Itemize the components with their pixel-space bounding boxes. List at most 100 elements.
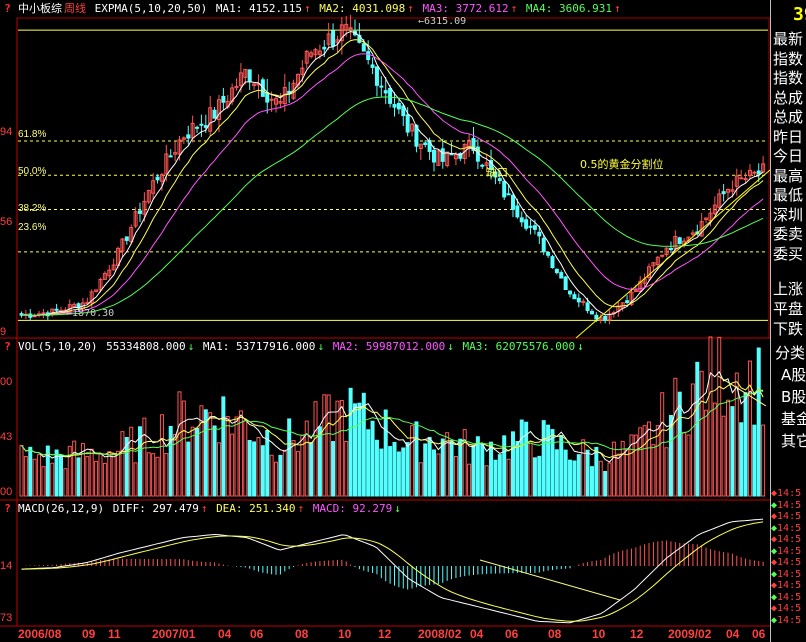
dea-value: DEA: 251.340: [216, 502, 296, 515]
x-label: 04: [470, 627, 484, 641]
volume-bar: [471, 444, 476, 497]
vol-lock-icon[interactable]: ?: [2, 340, 13, 353]
x-label: 04: [218, 627, 232, 641]
volume-bar: [695, 361, 700, 497]
volume-bar: [309, 442, 314, 497]
ma2-value: MA2: 4031.098: [319, 2, 406, 15]
candle-body: [524, 219, 529, 229]
candle-body: [572, 294, 577, 300]
tick-time: ◆14:5: [771, 615, 801, 626]
candle-body: [374, 66, 379, 86]
sector-tab[interactable]: 分类: [775, 342, 805, 363]
quote-field-label: 深圳: [773, 205, 804, 224]
volume-bar: [515, 441, 520, 497]
volume-bar: [252, 441, 257, 497]
macd-y-label-2: 73: [0, 612, 13, 624]
candle-body: [677, 237, 682, 245]
volume-bar: [401, 447, 406, 497]
x-label: 2008/02: [418, 627, 462, 641]
volume-bar: [537, 455, 542, 497]
candle-body: [563, 276, 568, 290]
vol-ma2: MA2: 59987012.000: [332, 340, 446, 353]
vol-ma3: MA3: 62075576.000: [462, 340, 576, 353]
volume-bar: [739, 422, 744, 497]
x-label: 12: [630, 627, 644, 641]
candle-body: [383, 90, 388, 94]
volume-bar: [589, 466, 594, 497]
quote-field-label: 委买: [773, 244, 804, 263]
candle-body: [137, 210, 142, 214]
market-breadth-label: 上涨: [773, 280, 804, 298]
volume-bar: [383, 409, 388, 497]
candle-body: [480, 164, 485, 167]
sector-tab[interactable]: B股: [781, 386, 806, 407]
volume-bar: [730, 406, 735, 497]
candle-body: [124, 236, 129, 241]
ma3-value: MA3: 3772.612: [422, 2, 509, 15]
candle-body: [199, 123, 204, 126]
volume-bar: [502, 435, 507, 497]
vol-indicator: VOL(5,10,20): [18, 340, 98, 353]
tick-time: ◆14:5: [771, 569, 801, 580]
volume-bar: [427, 436, 432, 497]
candle-body: [168, 155, 173, 158]
golden-ratio-label: 0.5的黄金分割位: [580, 158, 664, 171]
expma-label: EXPMA(5,10,20,50): [94, 2, 208, 15]
sector-tab[interactable]: A股: [781, 364, 806, 385]
volume-bar: [475, 436, 480, 497]
volume-bar: [195, 427, 200, 497]
volume-bar: [480, 443, 485, 497]
x-label: 06: [752, 627, 766, 641]
volume-bar: [392, 441, 397, 497]
vol-y-label-3: 00: [0, 486, 13, 498]
volume-bar: [568, 459, 573, 497]
y-label-94: 94: [0, 126, 13, 138]
period-label[interactable]: 周线: [64, 2, 86, 15]
x-label: 10: [592, 627, 606, 641]
candle-body: [519, 217, 524, 223]
stock-chart[interactable]: [0, 0, 806, 642]
candle-body: [743, 178, 748, 181]
panel-title: 中小板综: [18, 2, 62, 15]
candle-body: [203, 125, 208, 128]
candle-body: [370, 64, 375, 68]
candle-body: [331, 30, 336, 47]
tick-time-text: 14:5: [777, 534, 802, 545]
candle-body: [361, 43, 366, 52]
candle-body: [625, 300, 630, 304]
volume-bar: [594, 446, 599, 497]
tick-time-text: 14:5: [777, 488, 802, 499]
macd-lock-icon[interactable]: ?: [2, 502, 13, 515]
volume-bar: [493, 459, 498, 497]
lock-icon[interactable]: ?: [2, 2, 13, 15]
x-label: 08: [548, 627, 562, 641]
candle-body: [532, 225, 537, 230]
volume-bar: [524, 421, 529, 497]
volume-bar: [221, 396, 226, 497]
volume-bar: [317, 426, 322, 497]
tick-time: ◆14:5: [771, 592, 801, 603]
x-label: 12: [378, 627, 392, 641]
volume-bar: [519, 419, 524, 497]
tick-time: ◆14:5: [771, 534, 801, 545]
tick-time: ◆14:5: [771, 523, 801, 534]
volume-bar: [260, 445, 265, 497]
candle-body: [568, 290, 573, 295]
x-label: 10: [338, 627, 352, 641]
volume-bar: [168, 425, 173, 497]
candle-body: [212, 109, 217, 119]
sector-tab[interactable]: 基金: [781, 408, 806, 429]
quote-field-label: 委卖: [773, 225, 804, 243]
volume-bar: [388, 446, 393, 497]
candle-body: [405, 114, 410, 133]
candle-body: [431, 149, 436, 163]
candle-body: [379, 85, 384, 88]
candle-body: [541, 237, 546, 253]
sector-tab[interactable]: 其它: [781, 430, 806, 451]
tick-time-text: 14:5: [777, 568, 802, 580]
candle-body: [366, 51, 371, 61]
quote-field-label: 昨日: [773, 127, 804, 146]
candle-body: [54, 308, 59, 311]
vol-y-label-2: 43: [0, 431, 13, 443]
volume-bar: [374, 439, 379, 497]
